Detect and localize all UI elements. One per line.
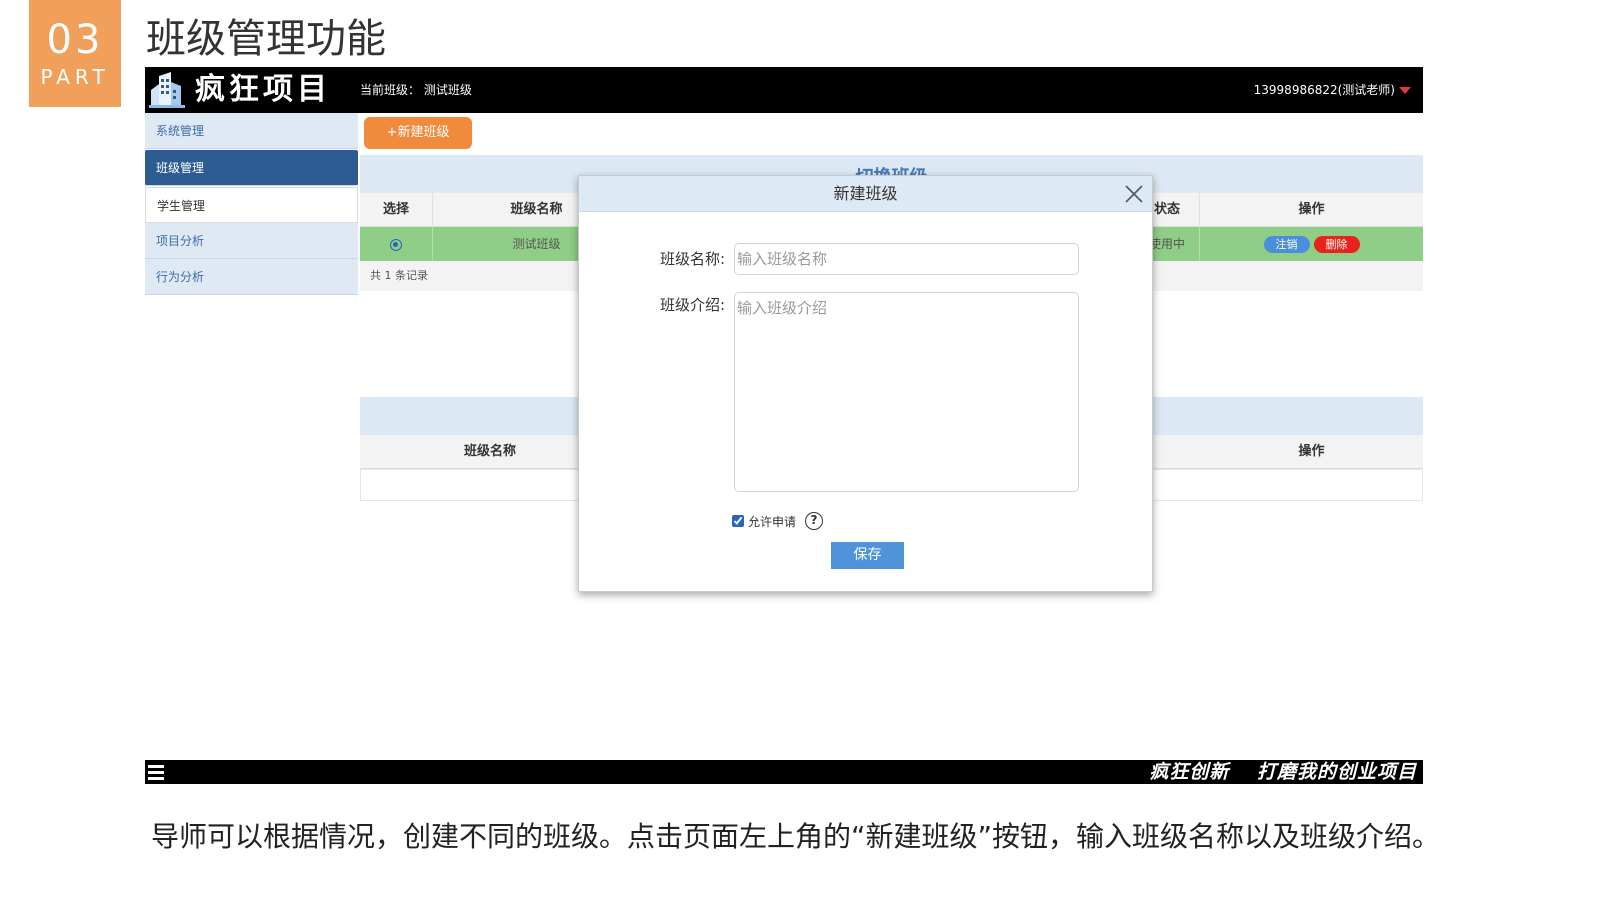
part-badge: 03 PART	[29, 0, 121, 107]
sidebar-item-class[interactable]: 班级管理	[145, 150, 358, 186]
second-column-actions: 操作	[1298, 444, 1325, 459]
class-name-label: 班级名称:	[659, 250, 725, 268]
building-logo-icon	[149, 72, 185, 108]
user-menu[interactable]: 13998986822(测试老师)	[1254, 82, 1411, 98]
part-number: 03	[46, 17, 104, 63]
help-icon[interactable]: ?	[805, 512, 824, 530]
column-select: 选择	[360, 193, 433, 227]
slide-caption: 导师可以根据情况，创建不同的班级。点击页面左上角的“新建班级”按钮，输入班级名称…	[151, 820, 1441, 853]
footer-bar: 疯狂创新 打磨我的创业项目	[145, 760, 1423, 784]
caret-down-icon	[1399, 86, 1411, 94]
app-topbar: 疯狂项目 当前班级： 测试班级 13998986822(测试老师)	[145, 67, 1423, 113]
close-icon[interactable]	[1122, 182, 1146, 206]
allow-apply-checkbox[interactable]	[732, 515, 744, 527]
sidebar-item-students[interactable]: 学生管理	[145, 187, 358, 223]
user-name: 13998986822(测试老师)	[1253, 83, 1395, 97]
footer-slogan: 疯狂创新 打磨我的创业项目	[1149, 761, 1417, 783]
new-class-button[interactable]: +新建班级	[364, 117, 472, 149]
column-actions: 操作	[1298, 202, 1325, 217]
cancel-class-button[interactable]: 注销	[1263, 236, 1310, 253]
sidebar-item-project-analysis[interactable]: 项目分析	[145, 223, 358, 259]
sidebar: 系统管理 班级管理 学生管理 项目分析 行为分析	[145, 113, 358, 295]
delete-class-button[interactable]: 删除	[1313, 236, 1360, 253]
current-class-text: 当前班级： 测试班级	[360, 83, 472, 97]
radio-selected-icon[interactable]	[390, 238, 402, 251]
modal-header: 新建班级	[579, 176, 1152, 212]
class-name-input[interactable]	[734, 243, 1079, 275]
actions-cell: 注销 删除	[1200, 227, 1423, 261]
sidebar-item-system[interactable]: 系统管理	[145, 113, 358, 149]
select-cell[interactable]	[360, 227, 433, 261]
brand-name: 疯狂项目	[195, 72, 331, 107]
modal-title: 新建班级	[833, 184, 898, 203]
class-intro-label: 班级介绍:	[659, 296, 725, 314]
part-label: PART	[40, 65, 110, 89]
class-intro-textarea[interactable]	[734, 292, 1079, 492]
slide-title: 班级管理功能	[146, 16, 386, 62]
allow-apply-option[interactable]: 允许申请 ?	[732, 512, 824, 530]
save-button[interactable]: 保存	[831, 542, 904, 569]
sidebar-item-behavior-analysis[interactable]: 行为分析	[145, 259, 358, 295]
allow-apply-label: 允许申请	[748, 514, 797, 529]
menu-icon	[148, 765, 164, 780]
new-class-modal: 新建班级 班级名称: 班级介绍: 允许申请 ? 保存	[578, 175, 1153, 592]
